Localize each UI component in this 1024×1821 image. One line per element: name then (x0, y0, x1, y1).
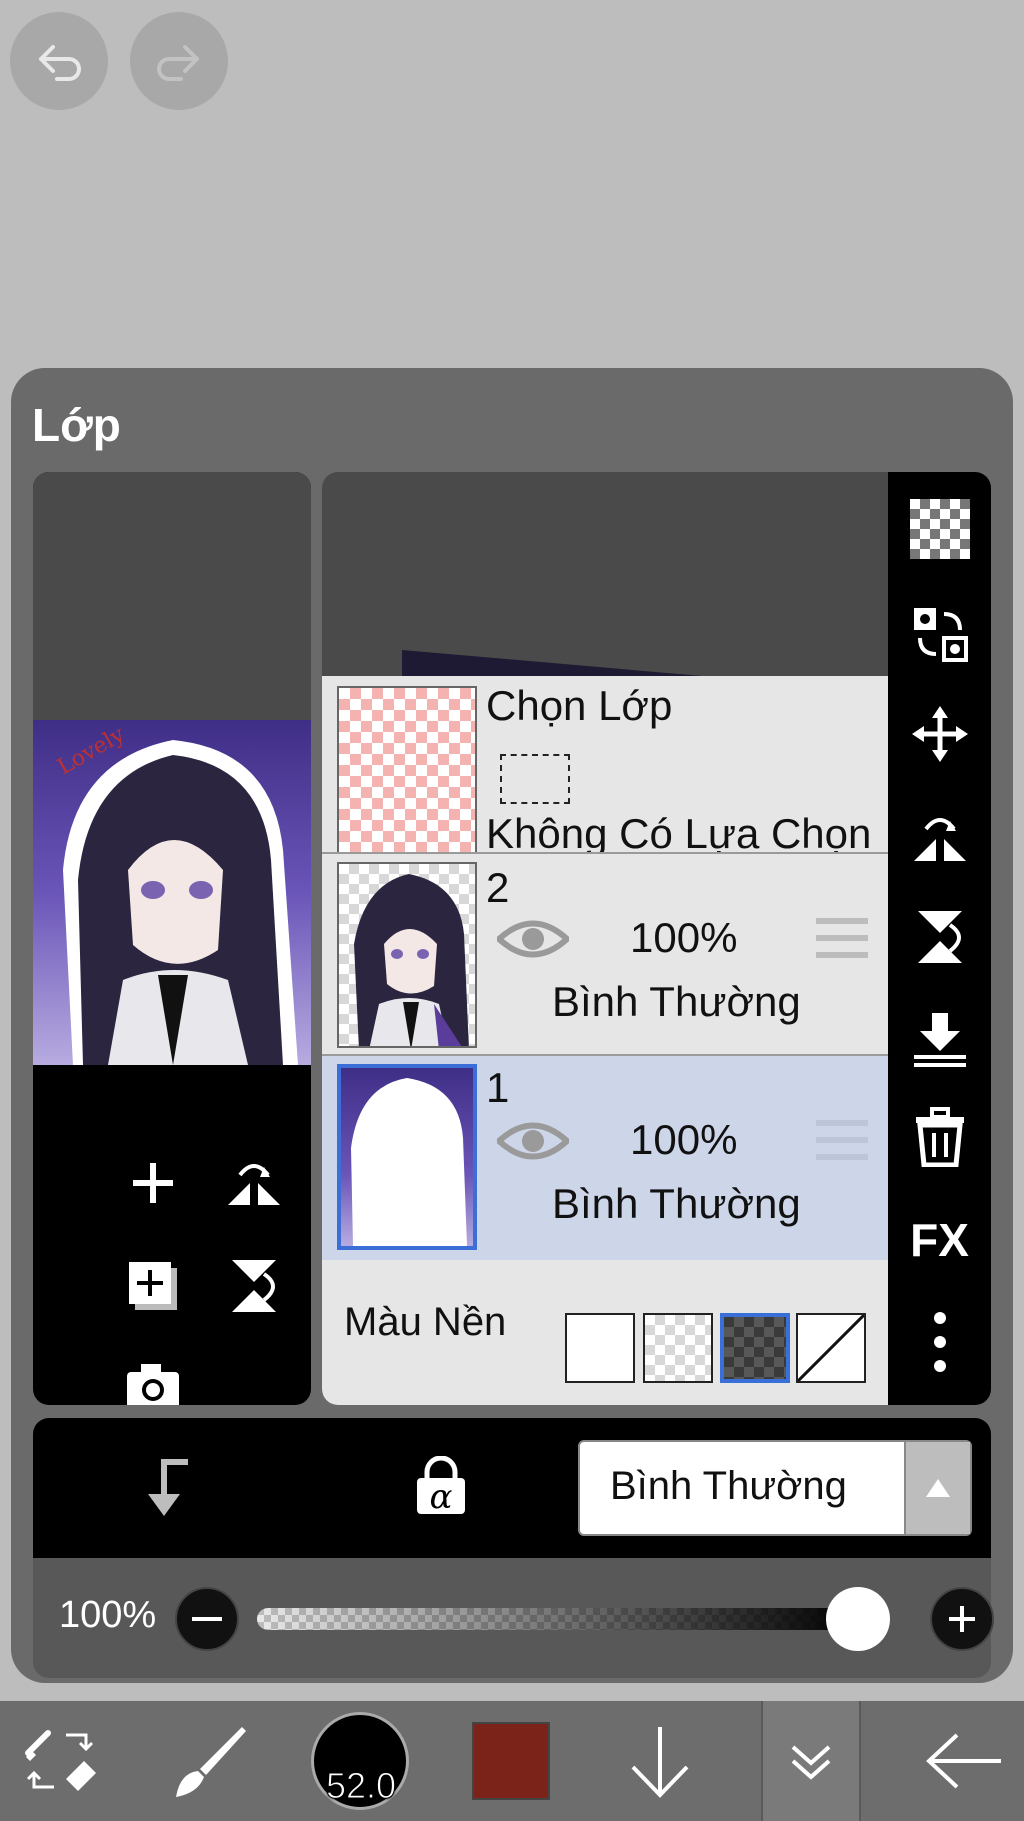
brush-eraser-swap-icon (25, 1730, 96, 1791)
redo-button[interactable] (130, 12, 228, 110)
chevron-up-icon (926, 1479, 950, 1497)
brush-size-value: 52.0 (325, 1765, 397, 1807)
clipping-arrow-icon (148, 1459, 188, 1516)
flip-layer-horizontal-button[interactable] (218, 1147, 290, 1219)
flip-vertical-icon (232, 1260, 276, 1312)
panel-title: Lớp (32, 399, 121, 451)
delete-layer-button[interactable] (888, 1092, 991, 1182)
duplicate-icon (129, 1262, 177, 1310)
selection-thumbnail (337, 686, 477, 872)
opacity-decrease-button[interactable] (175, 1587, 239, 1651)
layer-1-name: 1 (486, 1064, 510, 1111)
layer-mode-toolbar: α Bình Thường (33, 1418, 991, 1558)
blend-mode-select[interactable]: Bình Thường (578, 1440, 972, 1536)
checker-icon (909, 499, 970, 559)
layer-effects-button[interactable]: FX (888, 1195, 991, 1285)
add-layer-button[interactable] (117, 1147, 189, 1219)
layer-2-thumbnail (337, 862, 477, 1048)
merge-down-icon (913, 1013, 966, 1067)
layer-down-button[interactable] (620, 1701, 700, 1821)
more-options-button[interactable] (888, 1297, 991, 1387)
opacity-increase-button[interactable] (930, 1587, 994, 1651)
undo-icon (39, 45, 81, 81)
selection-status-text: Không Có Lựa Chọn (486, 810, 872, 857)
merge-down-button[interactable] (888, 994, 991, 1084)
redo-icon (157, 45, 199, 81)
arrow-left-icon (926, 1733, 1001, 1789)
drag-handle-icon (816, 1120, 868, 1160)
clipping-button[interactable] (138, 1454, 198, 1523)
bottom-toolbar: 52.0 (0, 1701, 1024, 1821)
trash-icon (915, 1107, 964, 1167)
canvas-preview-column: Lovely (33, 472, 311, 1405)
opacity-slider-track[interactable] (257, 1608, 857, 1630)
layer-row-1[interactable]: 1 100% Bình Thường (322, 1056, 888, 1260)
selection-marquee-icon (500, 754, 570, 804)
arrow-down-icon (631, 1727, 689, 1798)
background-color-label: Màu Nền (344, 1300, 507, 1344)
layer-1-thumbnail (337, 1064, 477, 1250)
move-icon (911, 706, 968, 762)
flip-horizontal-button[interactable] (888, 792, 991, 882)
current-color-swatch (472, 1722, 550, 1800)
swap-layers-icon (913, 608, 968, 662)
collapse-panel-button[interactable] (761, 1701, 861, 1821)
flip-horizontal-icon (228, 1164, 280, 1205)
svg-text:α: α (430, 1477, 453, 1516)
double-chevron-down-icon (791, 1745, 831, 1780)
flip-vertical-button[interactable] (888, 892, 991, 982)
opacity-slider-thumb[interactable] (826, 1587, 890, 1651)
layer-list: Chọn Lớp Không Có Lựa Chọn 2 100% Bình T… (322, 472, 888, 1405)
camera-icon (127, 1364, 179, 1405)
color-picker-button[interactable] (470, 1701, 552, 1821)
background-transparent-swatch[interactable] (643, 1313, 713, 1383)
background-white-swatch[interactable] (565, 1313, 635, 1383)
blend-mode-value: Bình Thường (610, 1464, 847, 1508)
layer-1-visibility-toggle[interactable] (494, 1118, 572, 1169)
selection-layer-title: Chọn Lớp (486, 682, 673, 729)
layer-1-opacity: 100% (630, 1116, 738, 1163)
layer-2-drag-handle[interactable] (816, 916, 868, 965)
background-none-swatch[interactable] (796, 1313, 866, 1383)
layer-tools-column: FX (888, 472, 991, 1405)
layer-2-name: 2 (486, 864, 510, 911)
brush-tool-button[interactable] (170, 1701, 250, 1821)
eye-icon (494, 920, 572, 958)
flip-vertical-icon (917, 911, 962, 963)
alpha-lock-icon: α (417, 1455, 465, 1517)
plus-icon (949, 1606, 975, 1632)
alpha-lock-button[interactable]: α (413, 1455, 469, 1521)
undo-button[interactable] (10, 12, 108, 110)
duplicate-layer-button[interactable] (117, 1250, 189, 1322)
transparent-fill-button[interactable] (888, 484, 991, 574)
layer-2-visibility-toggle[interactable] (494, 916, 572, 967)
eye-icon (494, 1122, 572, 1160)
canvas-peek (402, 650, 702, 680)
brush-icon (176, 1727, 246, 1797)
opacity-slider-bar: 100% (33, 1558, 994, 1678)
flip-layer-vertical-button[interactable] (218, 1250, 290, 1322)
layer-2-opacity: 100% (630, 914, 738, 961)
blend-mode-dropdown-arrow[interactable] (906, 1442, 970, 1534)
swap-layers-button[interactable] (888, 589, 991, 679)
canvas-preview[interactable]: Lovely (33, 720, 311, 1065)
import-photo-button[interactable] (117, 1350, 189, 1405)
minus-icon (192, 1617, 222, 1621)
layer-1-drag-handle[interactable] (816, 1118, 868, 1167)
layer-2-blend-mode: Bình Thường (552, 978, 801, 1025)
fx-icon: FX (910, 1214, 969, 1266)
tool-switch-button[interactable] (20, 1701, 100, 1821)
more-icon (933, 1312, 946, 1372)
move-layer-button[interactable] (888, 689, 991, 779)
background-dark-checker-swatch[interactable] (720, 1313, 790, 1383)
plus-icon (133, 1163, 173, 1203)
layer-row-2[interactable]: 2 100% Bình Thường (322, 854, 888, 1054)
selection-layer-row[interactable]: Chọn Lớp Không Có Lựa Chọn (322, 676, 888, 872)
layer-1-blend-mode: Bình Thường (552, 1180, 801, 1227)
opacity-value: 100% (59, 1594, 157, 1636)
flip-horizontal-icon (913, 818, 966, 861)
drag-handle-icon (816, 918, 868, 958)
back-button[interactable] (920, 1701, 1010, 1821)
brush-size-button[interactable]: 52.0 (310, 1701, 410, 1821)
